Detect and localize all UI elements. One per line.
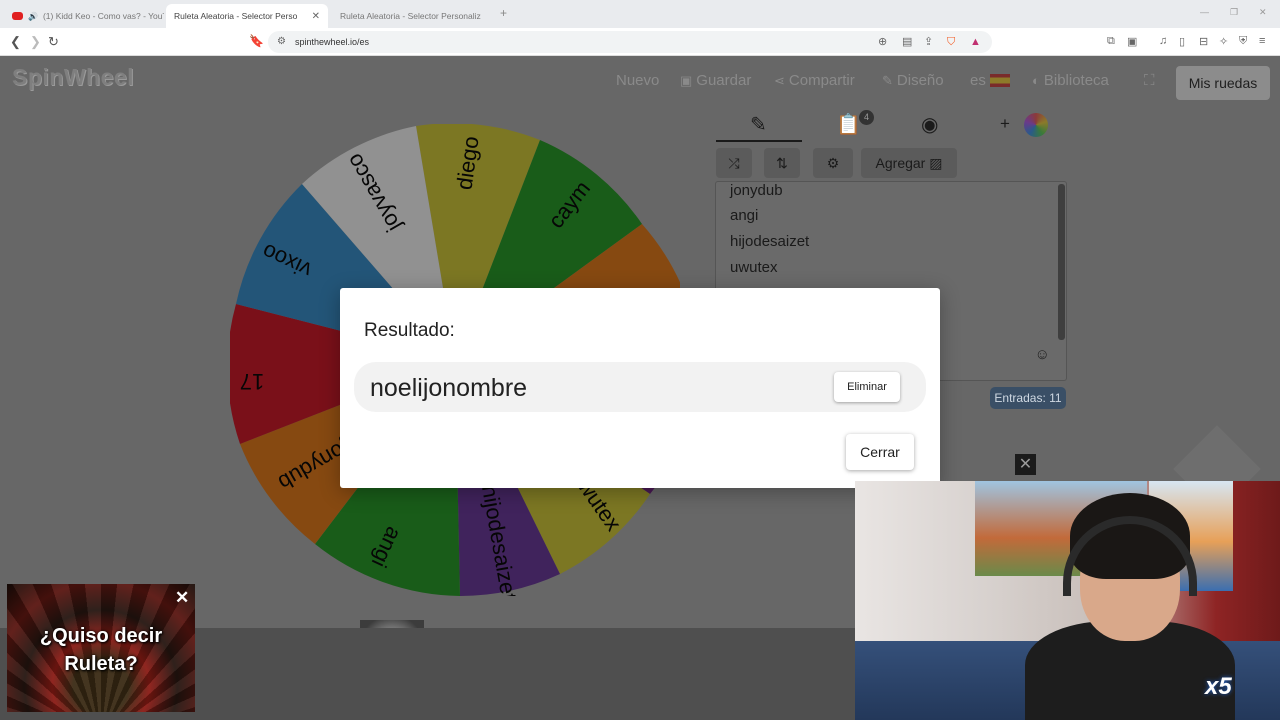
entries-count-badge: Entradas: 11 [990, 387, 1066, 409]
back-icon[interactable]: ❮ [10, 34, 21, 50]
settings-button[interactable]: ⚙ [813, 148, 853, 178]
wallet-icon[interactable]: ▣ [1127, 35, 1137, 48]
active-tab-underline [716, 140, 802, 142]
vpn-icon[interactable]: ⛨ [1239, 35, 1247, 48]
entry-item: angi [730, 207, 759, 224]
entry-item: jonydub [730, 182, 783, 199]
fullscreen-icon[interactable]: ⛶ [1144, 72, 1155, 89]
leo-icon[interactable]: ✧ [1219, 35, 1228, 48]
save-icon: ▣ [680, 72, 693, 88]
tab-ruleta-active[interactable]: Ruleta Aleatoria - Selector Perso ✕ [166, 4, 328, 28]
roulette-ad[interactable]: ¿Quiso decir Ruleta? ✕ [7, 584, 195, 712]
menu-nuevo[interactable]: Nuevo [616, 72, 659, 89]
spinwheel-logo[interactable]: SpinWheel [12, 64, 134, 91]
image-icon: ▨ [929, 155, 943, 171]
add-plus-icon[interactable]: + [1000, 114, 1010, 134]
share-icon[interactable]: ⇪ [924, 31, 933, 53]
shuffle-icon: ⤮ [728, 155, 740, 171]
share-icon: ⋖ [774, 72, 785, 88]
dialog-title: Resultado: [364, 320, 455, 341]
browser-tab-bar: 🔊 (1) Kidd Keo - Como vas? - YouTu Rulet… [0, 0, 1280, 28]
emoji-icon[interactable]: ☺ [1035, 346, 1050, 363]
menu-icon[interactable]: ≡ [1259, 35, 1265, 47]
menu-compartir[interactable]: ⋖ Compartir [774, 72, 855, 89]
menu-diseno[interactable]: ✎ Diseño [882, 72, 944, 89]
address-bar[interactable]: ⚙ spinthewheel.io/es ⊕ ▤ ⇪ ⛉ ▲ [268, 31, 992, 53]
brave-shield-icon[interactable]: ⛉ [947, 31, 955, 53]
youtube-icon [12, 12, 23, 20]
reload-icon[interactable]: ↻ [48, 34, 59, 50]
close-window-icon[interactable]: ✕ [1259, 7, 1267, 18]
extensions-icon[interactable]: ⧉ [1107, 35, 1115, 48]
zoom-icon[interactable]: ⊕ [878, 31, 887, 53]
menu-label: Compartir [788, 72, 855, 89]
cat-image [360, 620, 424, 628]
url-text: spinthewheel.io/es [295, 37, 370, 47]
close-icon[interactable]: ✕ [175, 588, 189, 608]
tab-title: Ruleta Aleatoria - Selector Perso [174, 11, 298, 21]
entries-scrollbar[interactable] [1058, 184, 1065, 340]
remove-button[interactable]: Eliminar [834, 372, 900, 402]
forward-icon[interactable]: ❯ [30, 34, 41, 50]
speaker-icon: 🔊 [28, 11, 38, 21]
result-name: noelijonombre [370, 374, 528, 402]
shuffle-button[interactable]: ⤮ [716, 148, 752, 178]
edit-entries-icon[interactable]: ✎ [750, 112, 767, 137]
menu-label: Nuevo [616, 72, 660, 89]
new-tab-icon[interactable]: + [500, 6, 507, 20]
music-icon[interactable]: ♫ [1159, 35, 1167, 47]
spain-flag-icon [989, 74, 1010, 87]
mis-ruedas-button[interactable]: Mis ruedas [1176, 66, 1270, 100]
sort-button[interactable]: ⇅ [764, 148, 800, 178]
menu-language[interactable]: es [970, 72, 1010, 89]
menu-label: Biblioteca [1043, 72, 1109, 89]
maximize-icon[interactable]: ❐ [1230, 7, 1238, 18]
ad-text: ¿Quiso decir Ruleta? [39, 625, 163, 675]
tab-ruleta[interactable]: Ruleta Aleatoria - Selector Personaliz [332, 4, 494, 28]
multiplier-text: x5 [1205, 673, 1232, 700]
reader-icon[interactable]: ▤ [902, 31, 912, 53]
entry-item: uwutex [730, 259, 778, 276]
menu-label: Diseño [896, 72, 944, 89]
menu-biblioteca[interactable]: ◐ Biblioteca [1032, 72, 1109, 89]
hide-eye-icon[interactable]: ◉ [921, 112, 938, 137]
sidebar-icon[interactable]: ▯ [1179, 35, 1185, 48]
library-icon: ◐ [1032, 73, 1040, 88]
clipboard-count-badge: 4 [859, 110, 874, 125]
tab-title: (1) Kidd Keo - Como vas? - YouTu [42, 11, 164, 21]
tab-youtube[interactable]: 🔊 (1) Kidd Keo - Como vas? - YouTu [4, 4, 164, 28]
brave-rewards-icon[interactable]: ▲ [970, 31, 981, 53]
site-settings-icon[interactable]: ⚙ [277, 31, 286, 53]
minimize-icon[interactable]: — [1200, 7, 1209, 17]
result-dialog: Resultado: noelijonombre Eliminar Cerrar [340, 288, 940, 488]
sort-icon: ⇅ [776, 155, 788, 171]
wheel-label: 17 [240, 369, 264, 394]
menu-label: es [970, 72, 986, 89]
close-tab-icon[interactable]: ✕ [312, 11, 320, 22]
screenshot-icon[interactable]: ⊟ [1199, 35, 1208, 48]
browser-toolbar: ❮ ❯ ↻ 🔖 ⚙ spinthewheel.io/es ⊕ ▤ ⇪ ⛉ ▲ ⧉… [0, 28, 1280, 56]
close-button[interactable]: Cerrar [846, 434, 914, 470]
menu-label: Guardar [696, 72, 752, 89]
tab-title: Ruleta Aleatoria - Selector Personaliz [340, 11, 481, 21]
close-ad-icon[interactable]: ✕ [1015, 454, 1036, 475]
clipboard-icon[interactable]: 📋 [836, 112, 861, 137]
editor-tabs: ✎ 📋 ◉ + [716, 108, 1066, 142]
entry-item: hijodesaizet [730, 233, 810, 250]
webcam-overlay: x5 [855, 481, 1280, 720]
add-image-label: Agregar [875, 155, 926, 171]
gear-icon: ⚙ [826, 155, 840, 171]
color-palette-icon[interactable] [1024, 113, 1048, 137]
menu-guardar[interactable]: ▣ Guardar [680, 72, 751, 89]
result-box: noelijonombre Eliminar [354, 362, 926, 412]
bookmark-icon[interactable]: 🔖 [249, 34, 264, 48]
add-image-button[interactable]: Agregar ▨ [861, 148, 957, 178]
pencil-icon: ✎ [882, 72, 893, 88]
